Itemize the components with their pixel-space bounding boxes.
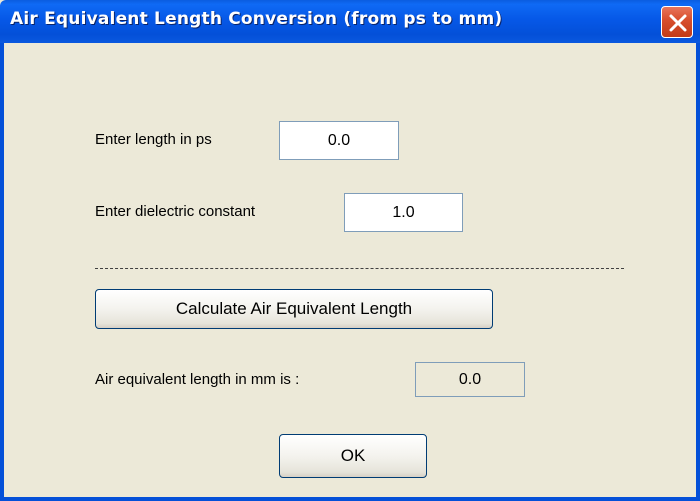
title-bar: Air Equivalent Length Conversion (from p… [0, 0, 700, 43]
separator [95, 268, 624, 269]
frame-bottom [0, 497, 700, 501]
length-label: Enter length in ps [95, 131, 212, 148]
frame-left [0, 43, 4, 501]
result-label: Air equivalent length in mm is : [95, 371, 300, 388]
window-title: Air Equivalent Length Conversion (from p… [10, 9, 503, 29]
result-field: 0.0 [415, 362, 525, 397]
close-button[interactable] [661, 6, 693, 38]
dielectric-input[interactable]: 1.0 [344, 193, 463, 232]
frame-right [696, 43, 700, 501]
close-icon [669, 14, 687, 32]
calculate-button[interactable]: Calculate Air Equivalent Length [95, 289, 493, 329]
dielectric-label: Enter dielectric constant [95, 203, 256, 220]
dialog-window: Air Equivalent Length Conversion (from p… [0, 0, 700, 501]
ok-button[interactable]: OK [279, 434, 427, 478]
length-input[interactable]: 0.0 [279, 121, 399, 160]
